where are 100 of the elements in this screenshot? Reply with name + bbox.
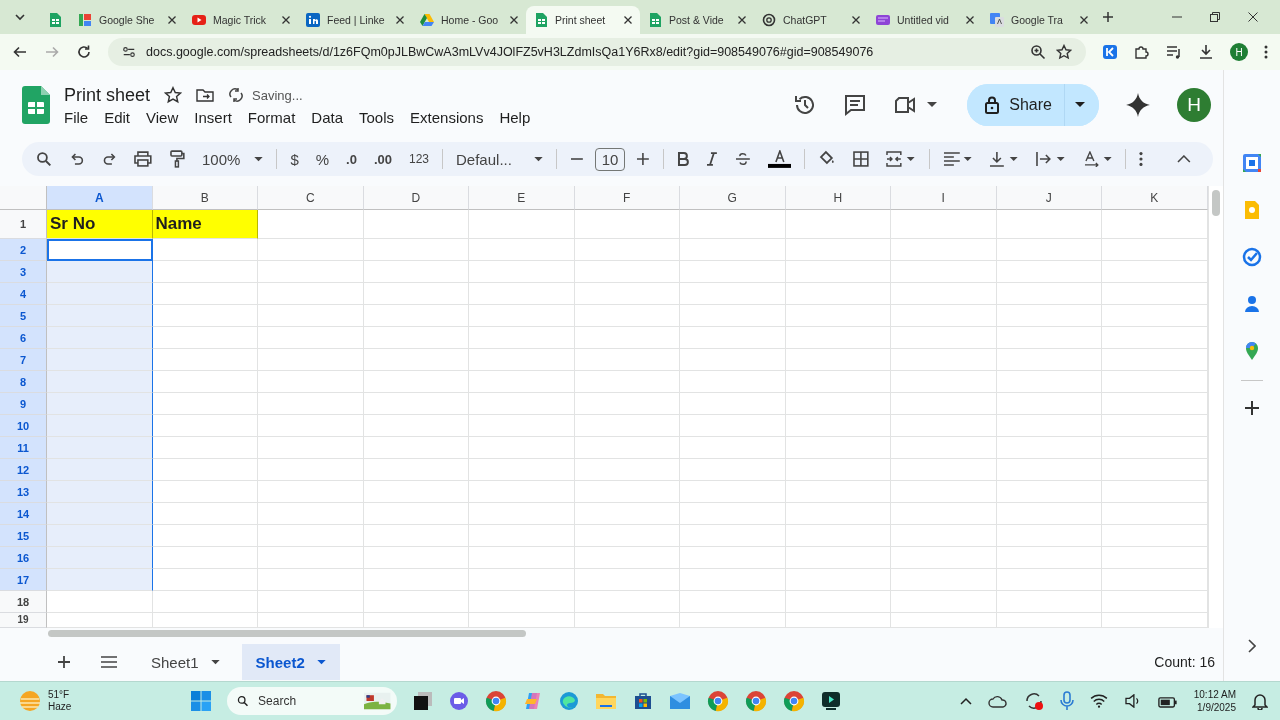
table-cell[interactable] [996,393,1102,415]
browser-tab[interactable]: Google She [70,6,184,34]
bold-icon[interactable] [677,152,690,166]
table-cell[interactable] [996,371,1102,393]
decrease-decimal-button[interactable]: .0 [346,151,357,167]
table-cell[interactable] [680,503,786,525]
table-cell[interactable] [469,327,575,349]
table-cell[interactable] [891,569,997,591]
calendar-icon[interactable] [1242,153,1262,173]
table-cell[interactable] [680,415,786,437]
clock-date[interactable]: 1/9/2025 [1197,701,1236,714]
table-cell[interactable] [996,283,1102,305]
table-cell[interactable] [363,327,469,349]
table-cell[interactable] [574,327,680,349]
italic-icon[interactable] [706,152,718,166]
table-cell[interactable] [363,210,469,239]
sheets-logo-icon[interactable] [22,86,50,124]
row-header[interactable]: 15 [0,525,47,547]
table-cell[interactable] [785,239,891,261]
selected-cell[interactable] [47,569,153,591]
table-cell[interactable] [1102,327,1208,349]
table-cell[interactable] [152,305,258,327]
table-cell[interactable] [363,481,469,503]
increase-decimal-button[interactable]: .00 [373,151,392,167]
table-cell[interactable] [1102,569,1208,591]
table-cell[interactable] [258,547,364,569]
media-icon[interactable] [1166,44,1182,60]
table-cell[interactable] [574,437,680,459]
table-cell[interactable] [785,305,891,327]
table-cell[interactable] [891,393,997,415]
row-header[interactable]: 17 [0,569,47,591]
percent-format-button[interactable]: % [315,150,330,168]
wifi-icon[interactable] [1089,694,1108,708]
table-cell[interactable]: Sr No [47,210,153,239]
table-cell[interactable] [891,371,997,393]
note-icon[interactable] [1242,200,1262,220]
table-cell[interactable] [1102,239,1208,261]
person-icon[interactable] [1242,294,1262,314]
table-cell[interactable] [785,283,891,305]
table-cell[interactable] [785,327,891,349]
table-cell[interactable] [152,349,258,371]
table-cell[interactable] [469,349,575,371]
table-cell[interactable] [574,283,680,305]
table-cell[interactable] [152,503,258,525]
table-cell[interactable] [1102,283,1208,305]
vertical-align-icon[interactable] [989,151,1019,167]
chrome-icon[interactable] [744,690,767,712]
close-icon[interactable] [1079,15,1089,25]
table-cell[interactable] [363,349,469,371]
menu-item[interactable]: Extensions [410,108,484,126]
table-cell[interactable] [785,210,891,239]
table-cell[interactable] [680,283,786,305]
table-cell[interactable] [1102,503,1208,525]
table-cell[interactable] [469,393,575,415]
account-avatar[interactable]: H [1177,88,1211,122]
table-cell[interactable] [785,349,891,371]
table-cell[interactable] [152,393,258,415]
chevron-right-icon[interactable] [1248,639,1256,653]
table-cell[interactable] [1102,525,1208,547]
table-cell[interactable] [680,239,786,261]
table-cell[interactable] [891,349,997,371]
table-cell[interactable] [258,503,364,525]
table-cell[interactable] [785,481,891,503]
table-cell[interactable] [152,481,258,503]
close-icon[interactable] [737,15,747,25]
table-cell[interactable] [1102,305,1208,327]
address-field[interactable]: docs.google.com/spreadsheets/d/1z6FQm0pJLBwCwA3mLVv4JOlFZ5vH3LZdmIsQa1Y6Rx8/edit?gid=908549076#gid=908549076 [108,38,1086,66]
selected-cell[interactable] [47,305,153,327]
table-cell[interactable] [258,459,364,481]
video-editor-icon[interactable] [820,691,841,711]
table-cell[interactable] [469,371,575,393]
menu-item[interactable]: Tools [359,108,395,126]
star-icon[interactable] [1056,44,1072,60]
vertical-scrollbar[interactable] [1208,186,1223,628]
close-icon[interactable] [965,15,975,25]
table-cell[interactable] [574,349,680,371]
table-cell[interactable] [574,239,680,261]
table-cell[interactable] [469,481,575,503]
table-cell[interactable] [891,305,997,327]
row-header[interactable]: 18 [0,591,47,613]
table-cell[interactable] [1102,210,1208,239]
table-cell[interactable] [1102,481,1208,503]
table-cell[interactable] [363,569,469,591]
chrome-icon[interactable] [782,690,805,712]
table-cell[interactable] [363,525,469,547]
selected-cell[interactable] [47,415,153,437]
row-header[interactable]: 8 [0,371,47,393]
table-cell[interactable] [258,239,364,261]
table-cell[interactable] [996,459,1102,481]
table-cell[interactable] [258,393,364,415]
table-cell[interactable] [785,547,891,569]
chevron-up-icon[interactable] [959,697,972,705]
table-cell[interactable] [363,393,469,415]
selected-cell[interactable] [47,393,153,415]
table-cell[interactable] [469,415,575,437]
table-cell[interactable] [996,415,1102,437]
row-header[interactable]: 13 [0,481,47,503]
table-cell[interactable] [996,547,1102,569]
zoom-icon[interactable] [1030,44,1046,60]
table-cell[interactable] [785,371,891,393]
